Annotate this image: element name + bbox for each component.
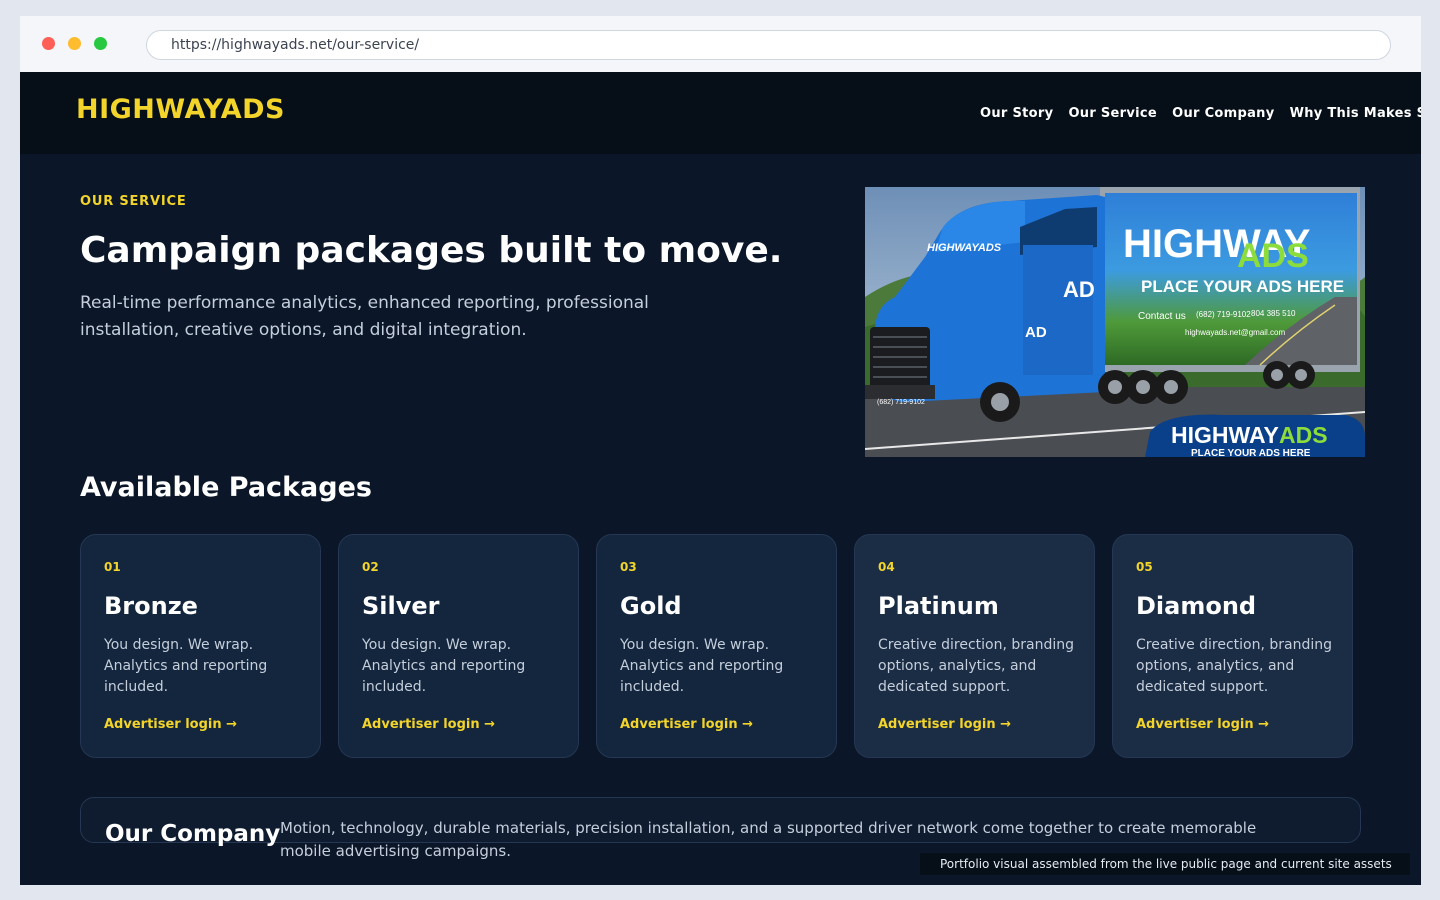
- package-description: Creative direction, branding options, an…: [1136, 637, 1333, 695]
- package-card-bronze: 01 Bronze You design. We wrap. Analytics…: [80, 534, 321, 758]
- site-logo[interactable]: HIGHWAYADS: [76, 94, 285, 125]
- hero-subtitle: Real-time performance analytics, enhance…: [80, 293, 649, 340]
- site-header: HIGHWAYADS Our Story Our Service Our Com…: [20, 72, 1421, 154]
- cab-brand-text: HIGHWAYADS: [927, 242, 1002, 254]
- cab-ad-text: AD: [1025, 324, 1047, 341]
- package-description: You design. We wrap. Analytics and repor…: [104, 637, 268, 695]
- minimize-window-button[interactable]: [68, 37, 81, 50]
- package-name: Bronze: [104, 592, 198, 620]
- truck-illustration: HIGHWAY ADS PLACE YOUR ADS HERE Contact …: [865, 187, 1365, 457]
- advertiser-login-link[interactable]: Advertiser login →: [620, 717, 753, 732]
- trailer-phone-1: (682) 719-9102: [1196, 310, 1251, 319]
- package-name: Diamond: [1136, 592, 1257, 620]
- package-description: You design. We wrap. Analytics and repor…: [362, 637, 526, 695]
- section-eyebrow: OUR SERVICE: [80, 194, 187, 209]
- package-number: 02: [362, 560, 379, 574]
- nav-link-why-this-makes-sense[interactable]: Why This Makes Sense: [1290, 106, 1421, 121]
- package-description: You design. We wrap. Analytics and repor…: [620, 637, 784, 695]
- main-nav: Our Story Our Service Our Company Why Th…: [980, 102, 1421, 121]
- browser-window: https://highwayads.net/our-service/ HIGH…: [20, 16, 1421, 885]
- nav-link-our-company[interactable]: Our Company: [1172, 106, 1274, 121]
- advertiser-login-link[interactable]: Advertiser login →: [878, 717, 1011, 732]
- portfolio-footnote: Portfolio visual assembled from the live…: [920, 853, 1410, 875]
- web-page: HIGHWAYADS Our Story Our Service Our Com…: [20, 72, 1421, 885]
- package-number: 01: [104, 560, 121, 574]
- advertiser-login-link[interactable]: Advertiser login →: [1136, 717, 1269, 732]
- package-name: Platinum: [878, 592, 999, 620]
- badge-slogan: PLACE YOUR ADS HERE: [1191, 448, 1311, 457]
- nav-link-our-service[interactable]: Our Service: [1068, 106, 1157, 121]
- hero-title: Campaign packages built to move.: [80, 230, 783, 271]
- cab-phone-text: (682) 719-9102: [877, 399, 925, 406]
- package-name: Gold: [620, 592, 682, 620]
- package-number: 03: [620, 560, 637, 574]
- package-name: Silver: [362, 592, 440, 620]
- package-description: Creative direction, branding options, an…: [878, 637, 1075, 695]
- package-number: 05: [1136, 560, 1153, 574]
- nav-link-our-story[interactable]: Our Story: [980, 106, 1053, 121]
- trailer-phone-2: 804 385 510: [1251, 309, 1296, 318]
- truck-advertising-image: HIGHWAY ADS PLACE YOUR ADS HERE Contact …: [865, 187, 1365, 457]
- close-window-button[interactable]: [42, 37, 55, 50]
- trailer-brand-ads: ADS: [1237, 237, 1309, 275]
- package-card-gold: 03 Gold You design. We wrap. Analytics a…: [596, 534, 837, 758]
- browser-toolbar: https://highwayads.net/our-service/: [20, 16, 1421, 72]
- trailer-email: highwayads.net@gmail.com: [1185, 328, 1286, 337]
- packages-title: Available Packages: [80, 472, 372, 503]
- package-number: 04: [878, 560, 895, 574]
- door-ad-text: AD: [1063, 277, 1095, 302]
- advertiser-login-link[interactable]: Advertiser login →: [104, 717, 237, 732]
- package-card-silver: 02 Silver You design. We wrap. Analytics…: [338, 534, 579, 758]
- maximize-window-button[interactable]: [94, 37, 107, 50]
- company-title: Our Company: [105, 821, 281, 847]
- advertiser-login-link[interactable]: Advertiser login →: [362, 717, 495, 732]
- badge-brand-highway: HIGHWAY: [1171, 422, 1279, 448]
- trailer-contact-label: Contact us: [1138, 311, 1186, 322]
- trailer-slogan: PLACE YOUR ADS HERE: [1141, 277, 1344, 296]
- badge-brand-ads: ADS: [1279, 422, 1328, 448]
- package-card-diamond: 05 Diamond Creative direction, branding …: [1112, 534, 1353, 758]
- package-card-platinum: 04 Platinum Creative direction, branding…: [854, 534, 1095, 758]
- address-bar[interactable]: https://highwayads.net/our-service/: [146, 30, 1391, 60]
